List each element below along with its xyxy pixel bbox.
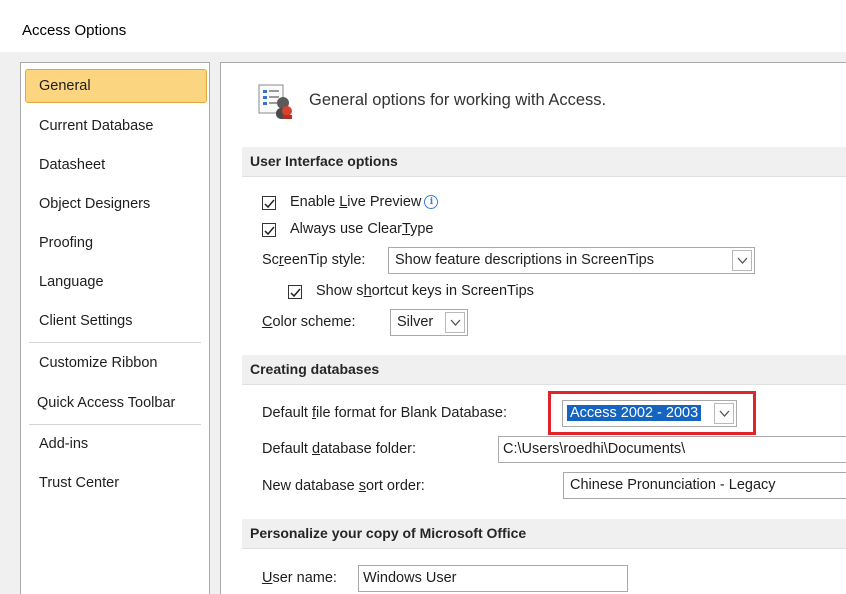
info-icon[interactable]: i xyxy=(424,195,439,209)
file-format-label: Default file format for Blank Database: xyxy=(262,405,508,421)
sidebar-divider xyxy=(29,424,201,425)
color-scheme-label: Color scheme: xyxy=(262,314,356,330)
sidebar-divider xyxy=(29,342,201,343)
sidebar-item-proofing[interactable]: Proofing xyxy=(25,226,207,260)
db-folder-input[interactable]: C:\Users\roedhi\Documents\ xyxy=(498,436,846,463)
sidebar: General Current Database Datasheet Objec… xyxy=(20,62,210,594)
sidebar-item-label: Customize Ribbon xyxy=(39,355,158,371)
options-panel: General options for working with Access.… xyxy=(220,62,846,594)
sidebar-item-label: Datasheet xyxy=(39,157,106,173)
highlight-callout xyxy=(548,391,756,435)
screentip-style-select[interactable]: Show feature descriptions in ScreenTips xyxy=(388,247,755,274)
sidebar-item-label: Quick Access Toolbar xyxy=(37,395,176,411)
sidebar-item-general[interactable]: General xyxy=(25,69,207,103)
check-icon xyxy=(264,226,275,236)
section-user-interface: User Interface options xyxy=(242,147,846,177)
sidebar-item-label: General xyxy=(39,78,91,94)
always-cleartype-label: Always use ClearType xyxy=(290,221,434,237)
section-personalize: Personalize your copy of Microsoft Offic… xyxy=(242,519,846,549)
sidebar-item-customize-ribbon[interactable]: Customize Ribbon xyxy=(25,346,207,380)
show-shortcut-keys-checkbox[interactable] xyxy=(288,285,302,299)
title-bar: Access Options xyxy=(0,0,846,52)
sidebar-item-language[interactable]: Language xyxy=(25,265,207,299)
show-shortcut-keys-label: Show shortcut keys in ScreenTips xyxy=(316,283,534,299)
general-options-icon xyxy=(257,81,297,121)
sidebar-item-label: Client Settings xyxy=(39,313,133,329)
sidebar-item-label: Trust Center xyxy=(39,475,120,491)
user-name-input[interactable]: Windows User xyxy=(358,565,628,592)
db-folder-label: Default database folder: xyxy=(262,441,416,457)
color-scheme-select[interactable]: Silver xyxy=(390,309,468,336)
window-title: Access Options xyxy=(22,22,127,39)
enable-live-preview-label: Enable Live Preview i xyxy=(290,194,439,210)
sidebar-item-current-database[interactable]: Current Database xyxy=(25,109,207,143)
sidebar-item-label: Proofing xyxy=(39,235,94,251)
sidebar-item-object-designers[interactable]: Object Designers xyxy=(25,187,207,221)
always-cleartype-checkbox[interactable] xyxy=(262,223,276,237)
sidebar-item-label: Add-ins xyxy=(39,436,89,452)
sidebar-item-add-ins[interactable]: Add-ins xyxy=(25,427,207,461)
sidebar-item-client-settings[interactable]: Client Settings xyxy=(25,304,207,338)
page-header: General options for working with Access. xyxy=(309,91,607,109)
sidebar-item-quick-access-toolbar[interactable]: Quick Access Toolbar xyxy=(25,386,207,420)
enable-live-preview-checkbox[interactable] xyxy=(262,196,276,210)
sort-order-label: New database sort order: xyxy=(262,478,425,494)
sort-order-select[interactable]: Chinese Pronunciation - Legacy xyxy=(563,472,846,499)
screentip-style-label: ScreenTip style: xyxy=(262,252,366,268)
chevron-down-icon[interactable] xyxy=(732,250,752,271)
sidebar-item-datasheet[interactable]: Datasheet xyxy=(25,148,207,182)
check-icon xyxy=(264,199,275,209)
sidebar-item-label: Language xyxy=(39,274,104,290)
sidebar-item-trust-center[interactable]: Trust Center xyxy=(25,466,207,500)
section-creating-databases: Creating databases xyxy=(242,355,846,385)
chevron-down-icon[interactable] xyxy=(445,312,465,333)
check-icon xyxy=(290,288,301,298)
user-name-label: User name: xyxy=(262,570,337,586)
sidebar-item-label: Object Designers xyxy=(39,196,151,212)
sidebar-item-label: Current Database xyxy=(39,118,154,134)
